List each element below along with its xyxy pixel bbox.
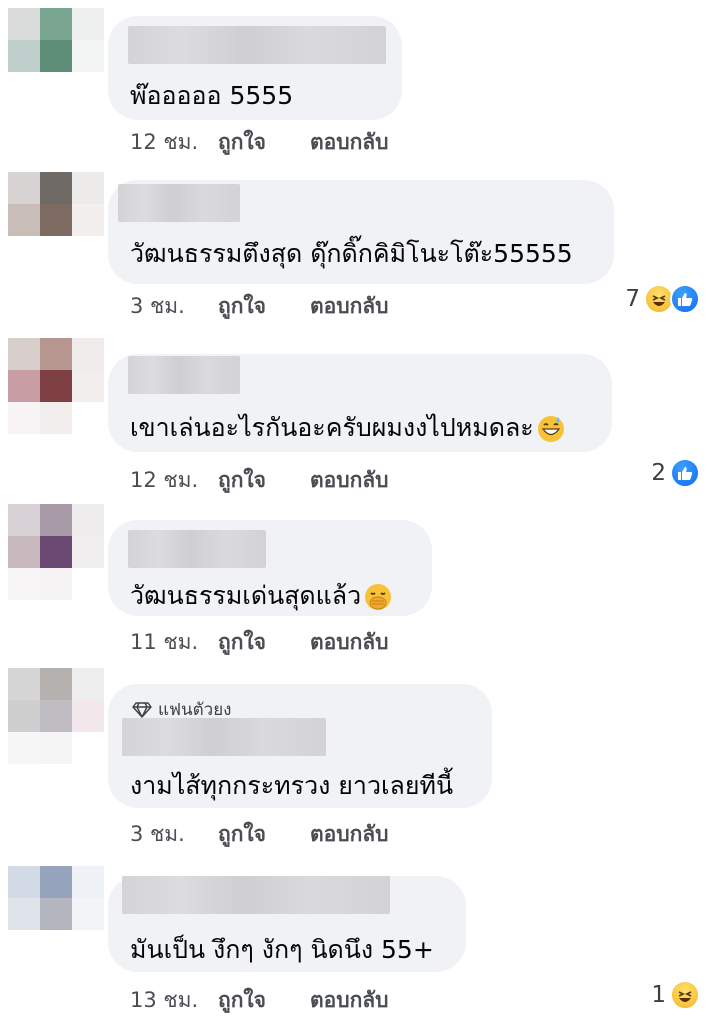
comment-meta: 11 ชม. ถูกใจ ตอบกลับ — [130, 626, 389, 659]
comment-meta: 3 ชม. ถูกใจ ตอบกลับ — [130, 818, 389, 851]
reaction-count: 7 — [625, 286, 640, 312]
comment-time[interactable]: 12 ชม. — [130, 464, 218, 497]
comment-1: พ๊อออออ 5555 12 ชม. ถูกใจ ตอบกลับ — [0, 8, 722, 158]
reply-link[interactable]: ตอบกลับ — [310, 626, 389, 659]
comment-text: งามไส้ทุกกระทรวง ยาวเลยทีนี้ — [130, 771, 454, 800]
comment-time[interactable]: 3 ชม. — [130, 290, 218, 323]
comment-text: พ๊อออออ 5555 — [130, 81, 294, 110]
like-icon — [670, 284, 700, 314]
diamond-icon — [132, 701, 152, 718]
comment-text-content: เขาเล่นอะไรกันอะครับผมงงไปหมดละ — [130, 413, 534, 442]
avatar[interactable] — [8, 866, 104, 962]
comment-6: มันเป็น งึกๆ งักๆ นิดนึง 55+ 13 ชม. ถูกใ… — [0, 866, 722, 1024]
comment-time[interactable]: 12 ชม. — [130, 126, 218, 159]
commenter-name-blurred[interactable] — [122, 876, 390, 914]
comment-3: เขาเล่นอะไรกันอะครับผมงงไปหมดละ 12 ชม. ถ… — [0, 338, 722, 498]
comment-bubble: พ๊อออออ 5555 — [108, 16, 402, 120]
like-icon — [670, 458, 700, 488]
comment-time[interactable]: 13 ชม. — [130, 984, 218, 1017]
reaction-count: 1 — [651, 982, 666, 1008]
comment-5: แฟนตัวยง งามไส้ทุกกระทรวง ยาวเลยทีนี้ 3 … — [0, 668, 722, 858]
avatar[interactable] — [8, 172, 104, 268]
commenter-name-blurred[interactable] — [122, 718, 326, 756]
comment-bubble: แฟนตัวยง งามไส้ทุกกระทรวง ยาวเลยทีนี้ — [108, 684, 492, 808]
comment-time[interactable]: 11 ชม. — [130, 626, 218, 659]
reply-link[interactable]: ตอบกลับ — [310, 464, 389, 497]
reaction-summary[interactable]: 7 — [625, 284, 700, 314]
commenter-name-blurred[interactable] — [128, 530, 266, 568]
reaction-count: 2 — [651, 460, 666, 486]
like-link[interactable]: ถูกใจ — [218, 818, 310, 851]
comment-2: วัฒนธรรมตึงสุด ดุ๊กดิ๊กคิมิโนะโต๊ะ55555 … — [0, 172, 722, 332]
grinning-sweat-emoji — [537, 416, 564, 442]
reaction-summary[interactable]: 2 — [651, 458, 700, 488]
avatar[interactable] — [8, 338, 104, 434]
comment-text: วัฒนธรรมเด่นสุดแล้ว — [130, 576, 393, 616]
reply-link[interactable]: ตอบกลับ — [310, 290, 389, 323]
like-link[interactable]: ถูกใจ — [218, 126, 310, 159]
comment-meta: 12 ชม. ถูกใจ ตอบกลับ — [130, 464, 389, 497]
comment-bubble: เขาเล่นอะไรกันอะครับผมงงไปหมดละ — [108, 354, 612, 452]
commenter-name-blurred[interactable] — [118, 184, 240, 222]
hand-over-mouth-emoji — [365, 584, 392, 610]
comment-meta: 12 ชม. ถูกใจ ตอบกลับ — [130, 126, 389, 159]
comment-time[interactable]: 3 ชม. — [130, 818, 218, 851]
reply-link[interactable]: ตอบกลับ — [310, 818, 389, 851]
commenter-name-blurred[interactable] — [128, 356, 240, 394]
comment-meta: 3 ชม. ถูกใจ ตอบกลับ — [130, 290, 389, 323]
comment-meta: 13 ชม. ถูกใจ ตอบกลับ — [130, 984, 389, 1017]
comment-bubble: วัฒนธรรมตึงสุด ดุ๊กดิ๊กคิมิโนะโต๊ะ55555 — [108, 180, 614, 284]
reaction-summary[interactable]: 1 — [651, 980, 700, 1010]
like-link[interactable]: ถูกใจ — [218, 626, 310, 659]
like-link[interactable]: ถูกใจ — [218, 984, 310, 1017]
like-link[interactable]: ถูกใจ — [218, 464, 310, 497]
avatar[interactable] — [8, 8, 104, 104]
commenter-name-blurred[interactable] — [128, 26, 386, 64]
comment-bubble: มันเป็น งึกๆ งักๆ นิดนึง 55+ — [108, 876, 466, 972]
comment-text: มันเป็น งึกๆ งักๆ นิดนึง 55+ — [130, 935, 434, 964]
comment-4: วัฒนธรรมเด่นสุดแล้ว 11 ชม. ถูกใจ ตอบกลับ — [0, 504, 722, 664]
reply-link[interactable]: ตอบกลับ — [310, 126, 389, 159]
like-link[interactable]: ถูกใจ — [218, 290, 310, 323]
reply-link[interactable]: ตอบกลับ — [310, 984, 389, 1017]
avatar[interactable] — [8, 668, 104, 764]
comment-text-content: วัฒนธรรมเด่นสุดแล้ว — [130, 581, 362, 610]
comment-bubble: วัฒนธรรมเด่นสุดแล้ว — [108, 520, 432, 616]
comment-text: เขาเล่นอะไรกันอะครับผมงงไปหมดละ — [130, 408, 566, 448]
avatar[interactable] — [8, 504, 104, 600]
haha-icon — [670, 980, 700, 1010]
comment-text: วัฒนธรรมตึงสุด ดุ๊กดิ๊กคิมิโนะโต๊ะ55555 — [130, 239, 573, 268]
